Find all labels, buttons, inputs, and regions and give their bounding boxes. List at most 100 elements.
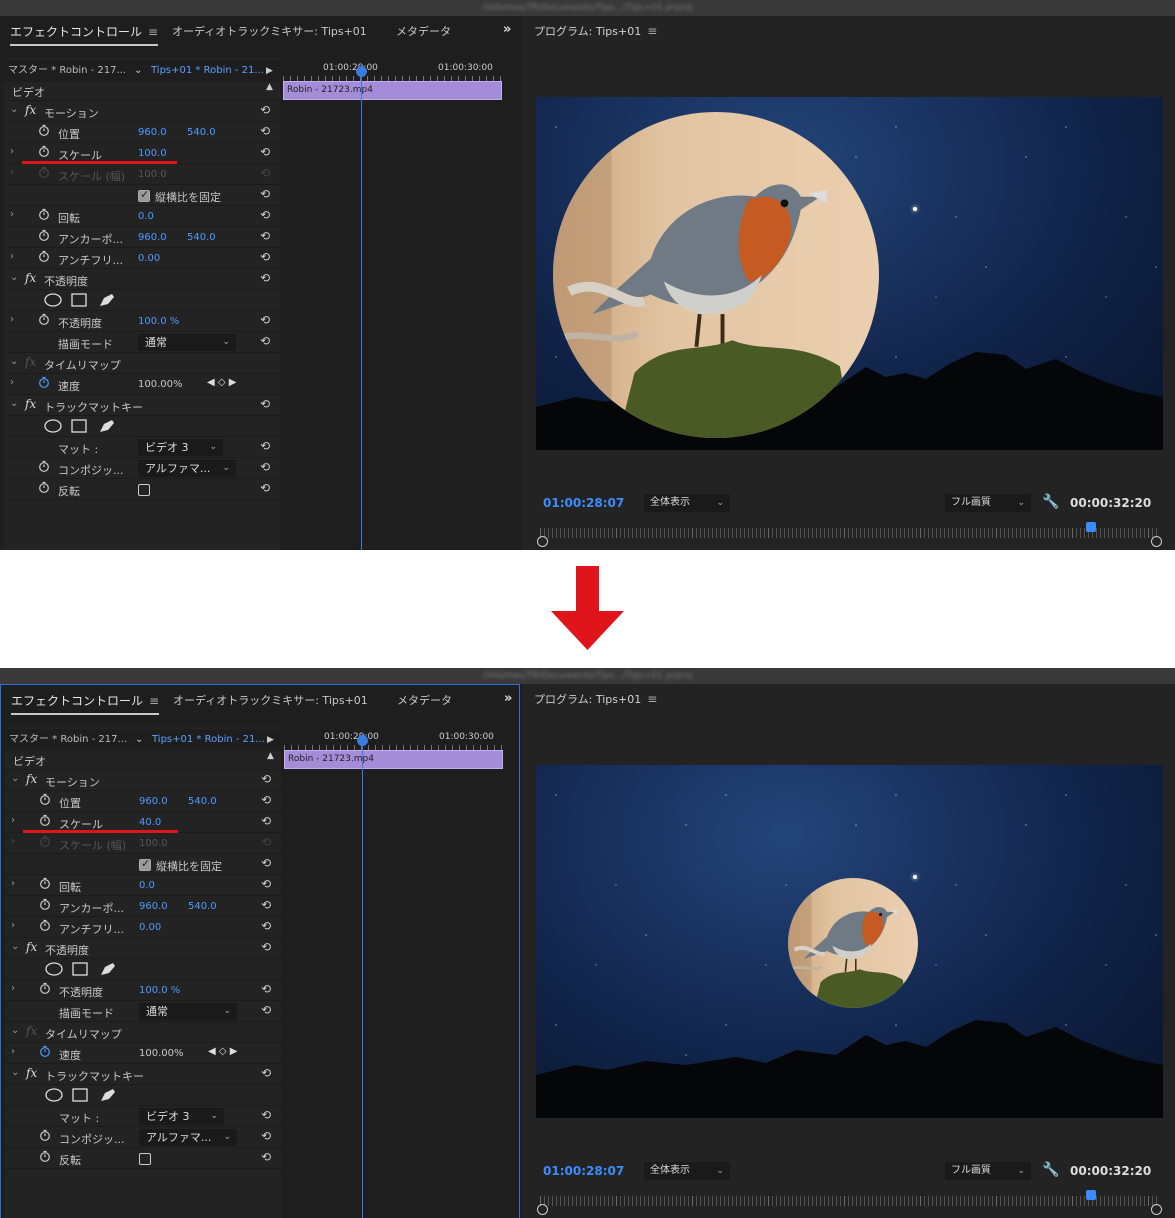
fx-icon[interactable]: fx [25,103,36,117]
reset-icon[interactable]: ⟲ [260,334,270,348]
param-matte[interactable]: マット : ビデオ 3 ⌄ ⟲ [4,437,280,458]
position-x-value[interactable]: 960.0 [139,796,168,807]
more-panels-icon[interactable]: » [504,691,512,706]
reset-icon[interactable]: ⟲ [260,208,270,222]
hamburger-icon[interactable]: ≡ [148,25,158,39]
scale-value[interactable]: 40.0 [139,817,161,828]
rectangle-mask-icon[interactable] [72,1088,88,1102]
param-reverse[interactable]: 反転 ⟲ [4,479,280,500]
uniform-scale-checkbox[interactable] [138,188,150,202]
hamburger-icon[interactable]: ≡ [647,692,657,706]
opacity-value[interactable]: 100.0 % [138,316,179,327]
master-clip-selector[interactable]: マスター * Robin - 217... ⌄ Tips+01 * Robin … [4,60,280,82]
reset-icon[interactable]: ⟲ [260,103,270,117]
timeline-scrubber[interactable] [540,528,1158,538]
stopwatch-icon[interactable] [38,208,50,220]
tab-metadata[interactable]: メタデータ [396,23,451,39]
param-position[interactable]: 位置 960.0 540.0 ⟲ [4,122,280,143]
wrench-icon[interactable]: 🔧 [1042,1162,1059,1178]
stopwatch-icon[interactable] [39,919,51,931]
mask-tools-row[interactable] [5,1085,281,1106]
effect-opacity[interactable]: ⌄ fx 不透明度 ⟲ [5,938,281,959]
rotation-value[interactable]: 0.0 [138,211,154,222]
collapse-icon[interactable]: ▲ [266,82,273,92]
quality-select[interactable]: フル画質 ⌄ [945,1162,1031,1180]
effect-track-matte[interactable]: ⌄ fx トラックマットキー ⟲ [4,395,280,416]
chevron-down-icon[interactable]: ⌄ [134,60,142,82]
ellipse-mask-icon[interactable] [45,1088,63,1102]
fx-icon[interactable]: fx [26,1066,37,1080]
rectangle-mask-icon[interactable] [71,293,87,307]
reset-icon[interactable]: ⟲ [261,1003,271,1017]
stopwatch-icon[interactable] [39,814,51,826]
effect-motion[interactable]: ⌄ fx モーション ⟲ [5,770,281,791]
param-composite[interactable]: コンポジッ... アルファマ... ⌄ ⟲ [4,458,280,479]
reset-icon[interactable]: ⟲ [261,772,271,786]
sequence-clip-label[interactable]: Tips+01 * Robin - 21... [152,729,265,751]
video-frame[interactable] [536,97,1163,450]
scale-value[interactable]: 100.0 [138,148,167,159]
keyframe-nav-icon[interactable]: ◀ ◇ ▶ [207,377,236,388]
position-y-value[interactable]: 540.0 [187,127,216,138]
stopwatch-icon[interactable] [38,313,50,325]
stopwatch-icon[interactable] [38,460,50,472]
speed-value[interactable]: 100.00% [138,379,183,390]
param-reverse[interactable]: 反転 ⟲ [5,1148,281,1169]
more-panels-icon[interactable]: » [503,22,511,37]
stopwatch-icon[interactable] [39,1045,51,1057]
param-anchor[interactable]: アンカーポ... 960.0 540.0 ⟲ [4,227,280,248]
reset-icon[interactable]: ⟲ [260,229,270,243]
anchor-x-value[interactable]: 960.0 [139,901,168,912]
video-frame[interactable] [536,765,1163,1118]
matte-select[interactable]: ビデオ 3 ⌄ [138,439,223,456]
reset-icon[interactable]: ⟲ [261,793,271,807]
effect-track-matte[interactable]: ⌄ fx トラックマットキー ⟲ [5,1064,281,1085]
ellipse-mask-icon[interactable] [44,293,62,307]
reset-icon[interactable]: ⟲ [261,898,271,912]
effect-timeline[interactable] [284,727,503,1218]
reset-icon[interactable]: ⟲ [261,856,271,870]
pen-mask-icon[interactable] [101,963,115,975]
param-matte[interactable]: マット : ビデオ 3 ⌄ ⟲ [5,1106,281,1127]
section-video[interactable]: ビデオ ▲ [5,749,281,770]
tab-metadata[interactable]: メタデータ [397,692,452,708]
program-title[interactable]: プログラム: Tips+01 ≡ [534,691,657,707]
reset-icon[interactable]: ⟲ [260,145,270,159]
effect-opacity[interactable]: ⌄ fx 不透明度 ⟲ [4,269,280,290]
timeline-scrubber[interactable] [540,1196,1158,1206]
antiflicker-value[interactable]: 0.00 [139,922,161,933]
stopwatch-icon[interactable] [38,166,50,178]
uniform-scale-checkbox[interactable] [139,857,151,871]
reset-icon[interactable]: ⟲ [261,814,271,828]
in-point-knob[interactable] [537,1204,548,1215]
current-timecode[interactable]: 01:00:28:07 [543,496,624,510]
playhead-marker[interactable] [1086,522,1096,532]
param-anchor[interactable]: アンカーポ... 960.0 540.0 ⟲ [5,896,281,917]
hamburger-icon[interactable]: ≡ [149,694,159,708]
tab-effect-controls[interactable]: エフェクトコントロール ≡ [10,23,159,46]
chevron-down-icon[interactable]: ⌄ [135,729,143,751]
reverse-checkbox[interactable] [139,1153,151,1165]
out-point-knob[interactable] [1151,1204,1162,1215]
reset-icon[interactable]: ⟲ [261,1150,271,1164]
effect-time-remap[interactable]: ⌄ fx タイムリマップ [4,353,280,374]
current-timecode[interactable]: 01:00:28:07 [543,1164,624,1178]
anchor-x-value[interactable]: 960.0 [138,232,167,243]
reset-icon[interactable]: ⟲ [261,1129,271,1143]
mask-tools-row[interactable] [4,290,280,311]
reset-icon[interactable]: ⟲ [261,1108,271,1122]
stopwatch-icon[interactable] [38,145,50,157]
hamburger-icon[interactable]: ≡ [647,24,657,38]
param-blend-mode[interactable]: 描画モード 通常 ⌄ ⟲ [5,1001,281,1022]
reset-icon[interactable]: ⟲ [260,124,270,138]
reset-icon[interactable]: ⟲ [261,919,271,933]
play-triangle-icon[interactable]: ▶ [267,729,274,751]
zoom-select[interactable]: 全体表示 ⌄ [644,1162,730,1180]
fx-icon[interactable]: fx [26,772,37,786]
reset-icon[interactable]: ⟲ [260,187,270,201]
effect-time-remap[interactable]: ⌄ fx タイムリマップ [5,1022,281,1043]
reset-icon[interactable]: ⟲ [260,271,270,285]
reset-icon[interactable]: ⟲ [261,877,271,891]
param-antiflicker[interactable]: › アンチフリ... 0.00 ⟲ [4,248,280,269]
anchor-y-value[interactable]: 540.0 [187,232,216,243]
